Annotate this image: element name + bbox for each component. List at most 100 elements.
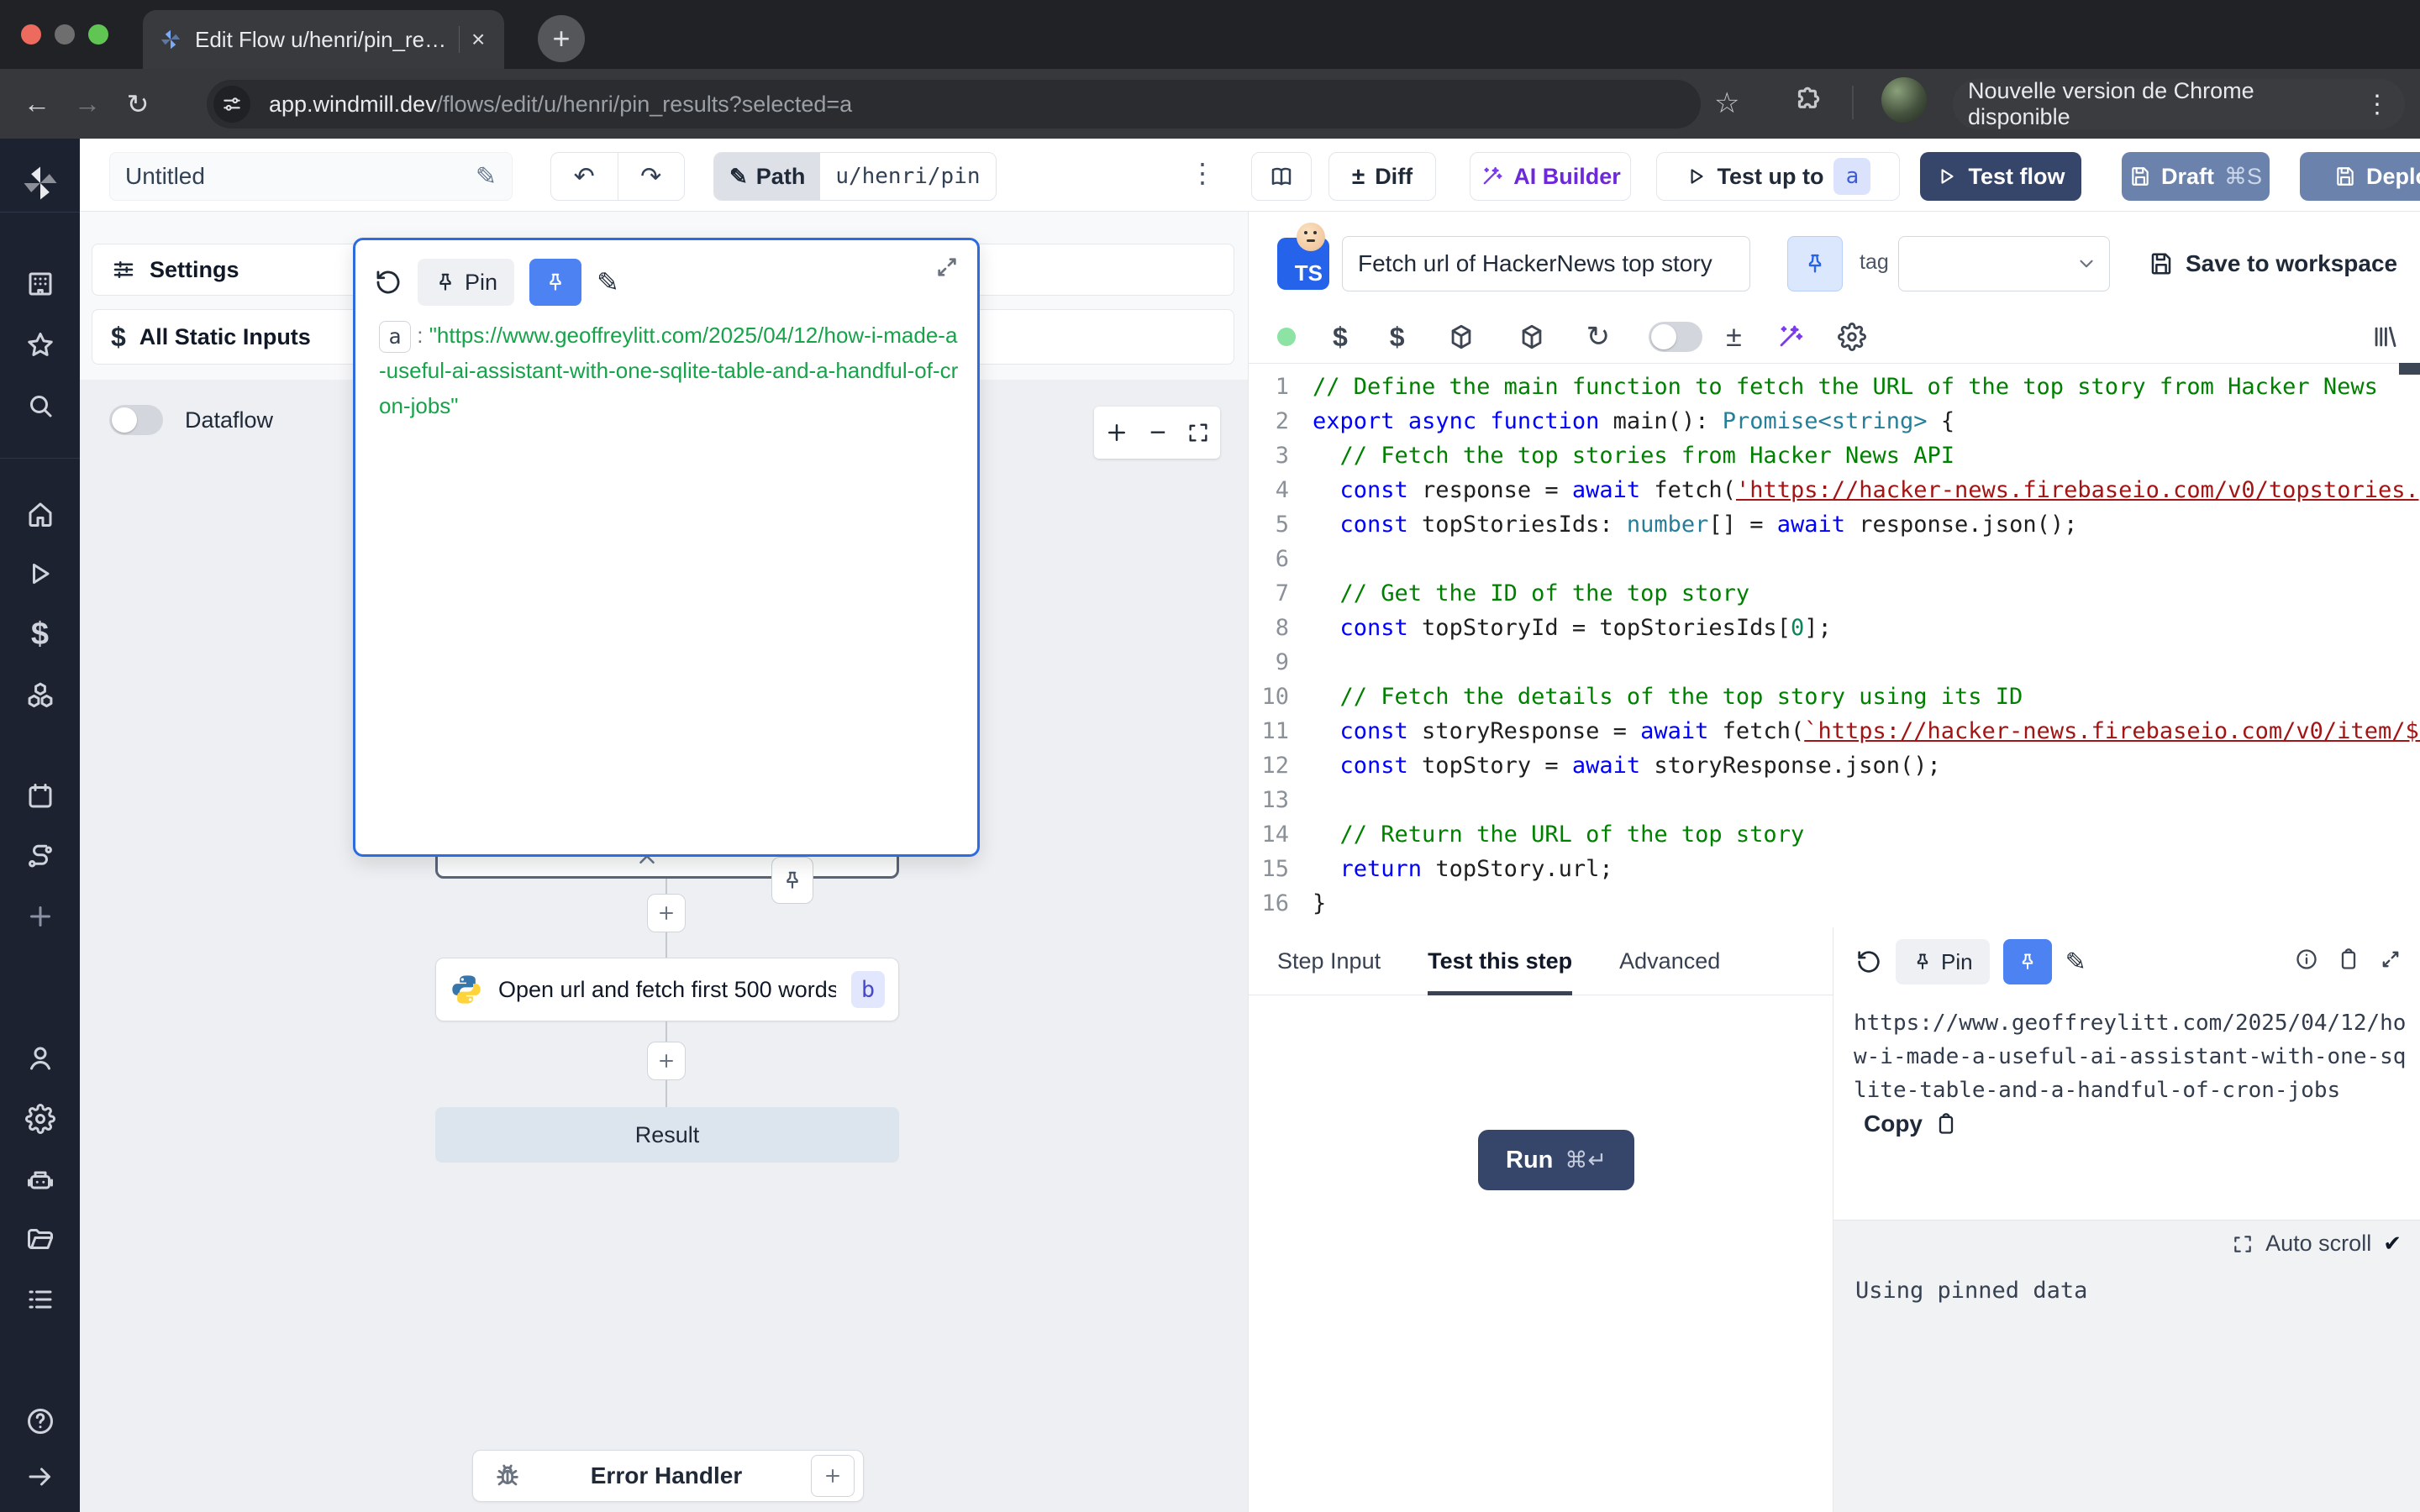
app-sidebar: $ bbox=[0, 139, 80, 1512]
step-node-b[interactable]: Open url and fetch first 500 words of ..… bbox=[435, 958, 899, 1021]
sidebar-item-home[interactable] bbox=[0, 491, 80, 538]
traffic-light-minimize[interactable] bbox=[55, 24, 75, 45]
add-error-handler-button[interactable] bbox=[811, 1455, 855, 1497]
test-flow-button[interactable]: Test flow bbox=[1920, 152, 2081, 201]
tag-select[interactable] bbox=[1898, 236, 2110, 291]
history-icon[interactable] bbox=[374, 268, 402, 297]
insert-step-button-top[interactable] bbox=[647, 894, 686, 932]
expand-popup-icon[interactable] bbox=[934, 254, 960, 281]
run-button[interactable]: Run ⌘↵ bbox=[1478, 1130, 1634, 1190]
editor-scrollbar-thumb[interactable] bbox=[2399, 363, 2420, 375]
editor-toggle[interactable] bbox=[1649, 322, 1702, 352]
sidebar-item-help[interactable] bbox=[0, 1398, 80, 1445]
sidebar-item-runs[interactable] bbox=[0, 550, 80, 597]
diff-plus-minus-icon[interactable]: ± bbox=[1726, 321, 1742, 354]
insert-step-button-bottom[interactable] bbox=[647, 1042, 686, 1080]
diff-button[interactable]: ±Diff bbox=[1328, 152, 1436, 201]
traffic-light-close[interactable] bbox=[21, 24, 41, 45]
error-handler-node[interactable]: Error Handler bbox=[472, 1450, 864, 1502]
more-options-kebab-icon[interactable]: ⋮ bbox=[1189, 157, 1216, 189]
sidebar-item-variables[interactable]: $ bbox=[0, 611, 80, 658]
undo-button[interactable]: ↶ bbox=[551, 153, 618, 200]
info-icon[interactable] bbox=[2295, 948, 2318, 971]
editor-settings-gear-icon[interactable] bbox=[1838, 323, 1866, 351]
result-node[interactable]: Result bbox=[435, 1107, 899, 1163]
tab-close-icon[interactable]: × bbox=[471, 28, 485, 51]
package-icon[interactable] bbox=[1447, 323, 1476, 351]
traffic-light-zoom[interactable] bbox=[88, 24, 108, 45]
sidebar-item-workers[interactable] bbox=[0, 1157, 80, 1204]
copy-button[interactable]: Copy bbox=[1864, 1110, 1958, 1137]
back-icon[interactable]: ← bbox=[12, 88, 62, 119]
bookmark-star-icon[interactable]: ☆ bbox=[1714, 87, 1739, 120]
browser-tab[interactable]: Edit Flow u/henri/pin_results × bbox=[143, 10, 504, 69]
pin-active-button[interactable] bbox=[529, 259, 581, 306]
autoscroll-expand-icon[interactable] bbox=[2232, 1233, 2254, 1255]
path-edit-segment[interactable]: ✎ Path bbox=[714, 153, 820, 200]
sidebar-item-flows[interactable] bbox=[0, 833, 80, 880]
sidebar-collapse-arrow-icon[interactable] bbox=[0, 1453, 80, 1500]
forward-icon[interactable]: → bbox=[62, 88, 113, 119]
profile-avatar[interactable] bbox=[1881, 77, 1927, 123]
dollar-icon: $ bbox=[111, 322, 126, 353]
new-tab-button[interactable]: + bbox=[538, 15, 585, 62]
tab-advanced[interactable]: Advanced bbox=[1619, 927, 1720, 995]
path-button-group[interactable]: ✎ Path u/henri/pin bbox=[713, 152, 997, 201]
ai-wand-icon[interactable] bbox=[1776, 323, 1804, 351]
package-icon-2[interactable] bbox=[1518, 323, 1546, 351]
copy-clipboard-icon[interactable] bbox=[2337, 948, 2360, 971]
windmill-logo[interactable] bbox=[0, 160, 80, 207]
extensions-puzzle-icon[interactable] bbox=[1791, 86, 1823, 118]
result-edit-pencil-icon[interactable]: ✎ bbox=[2065, 948, 2086, 977]
pin-toggle-button[interactable]: Pin bbox=[418, 259, 514, 306]
result-history-icon[interactable] bbox=[1855, 948, 1882, 975]
sidebar-item-folders[interactable] bbox=[0, 1215, 80, 1263]
result-pin-active-button[interactable] bbox=[2003, 939, 2052, 984]
ai-builder-button[interactable]: AI Builder bbox=[1470, 152, 1631, 201]
tab-test-this-step[interactable]: Test this step bbox=[1428, 927, 1572, 995]
save-to-workspace-button[interactable]: Save to workspace bbox=[2149, 236, 2397, 291]
sidebar-item-resources[interactable] bbox=[0, 672, 80, 719]
sidebar-item-settings[interactable] bbox=[0, 1095, 80, 1142]
step-pin-button[interactable] bbox=[1787, 236, 1843, 291]
resources-dollar-icon[interactable]: $ bbox=[1390, 322, 1405, 353]
flow-name-input[interactable]: Untitled ✎ bbox=[109, 152, 513, 201]
docs-book-button[interactable] bbox=[1251, 152, 1312, 201]
chrome-update-button[interactable]: Nouvelle version de Chrome disponible ⋮ bbox=[1953, 79, 2405, 129]
edit-pin-pencil-icon[interactable]: ✎ bbox=[597, 266, 619, 298]
reload-code-icon[interactable]: ↻ bbox=[1586, 320, 1611, 354]
sidebar-item-schedules[interactable] bbox=[0, 773, 80, 820]
sidebar-item-add[interactable] bbox=[0, 893, 80, 940]
tab-step-input[interactable]: Step Input bbox=[1277, 927, 1381, 995]
test-up-to-button[interactable]: Test up to a bbox=[1656, 152, 1900, 201]
deploy-button[interactable]: Deploy bbox=[2300, 152, 2420, 201]
dataflow-toggle[interactable] bbox=[109, 405, 163, 435]
edit-name-pencil-icon[interactable]: ✎ bbox=[476, 162, 497, 192]
draft-button[interactable]: Draft ⌘S bbox=[2122, 152, 2270, 201]
code-line: 1// Define the main function to fetch th… bbox=[1249, 370, 2420, 404]
sidebar-item-audit-logs[interactable] bbox=[0, 1276, 80, 1323]
step-title-input[interactable]: Fetch url of HackerNews top story bbox=[1342, 236, 1750, 291]
sidebar-item-favorites[interactable] bbox=[0, 322, 80, 369]
expand-result-icon[interactable] bbox=[2379, 948, 2402, 971]
step-node-label: Open url and fetch first 500 words of ..… bbox=[498, 977, 836, 1003]
tab-separator bbox=[459, 26, 460, 53]
checkmark-icon[interactable]: ✔ bbox=[2383, 1231, 2402, 1257]
pin-icon bbox=[434, 271, 456, 293]
reload-icon[interactable]: ↻ bbox=[113, 88, 163, 120]
flow-canvas[interactable]: Dataflow − Open url and fetch first 500 … bbox=[80, 380, 1248, 1512]
library-icon[interactable] bbox=[2370, 323, 2399, 351]
sidebar-item-workspace[interactable] bbox=[0, 260, 80, 307]
code-editor[interactable]: 1// Define the main function to fetch th… bbox=[1249, 363, 2420, 927]
address-bar[interactable]: app.windmill.dev/flows/edit/u/henri/pin_… bbox=[207, 80, 1701, 129]
sidebar-item-search[interactable] bbox=[0, 382, 80, 429]
sidebar-item-users[interactable] bbox=[0, 1035, 80, 1082]
redo-button[interactable]: ↷ bbox=[618, 153, 685, 200]
node-pin-indicator-button[interactable] bbox=[771, 857, 813, 904]
chrome-menu-kebab-icon[interactable]: ⋮ bbox=[2365, 90, 2390, 119]
result-pin-toggle-button[interactable]: Pin bbox=[1896, 939, 1990, 984]
fit-view-icon[interactable] bbox=[1186, 421, 1210, 444]
site-settings-icon[interactable] bbox=[213, 86, 250, 123]
variables-dollar-icon[interactable]: $ bbox=[1333, 322, 1348, 353]
zoom-in-icon[interactable] bbox=[1104, 420, 1129, 445]
